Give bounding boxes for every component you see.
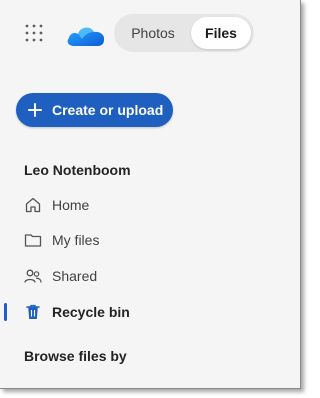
create-button-label: Create or upload [52,102,164,118]
tab-files[interactable]: Files [191,17,251,49]
plus-icon [28,103,42,117]
sidebar-item-recycle-bin[interactable]: Recycle bin [0,295,300,329]
sidebar-item-label: My files [52,232,100,248]
trash-icon [26,304,40,319]
active-indicator [4,303,7,321]
account-name: Leo Notenboom [24,162,131,178]
sidebar-panel: Photos Files Create or upload Leo Notenb… [0,0,301,389]
sidebar-item-label: Shared [52,268,98,284]
folder-icon [24,234,42,247]
browse-files-heading: Browse files by [24,348,127,364]
sidebar-item-home[interactable]: Home [0,188,300,222]
sidebar-item-shared[interactable]: Shared [0,259,300,293]
sidebar-item-label: Recycle bin [52,304,130,320]
tab-photos[interactable]: Photos [118,17,188,49]
sidebar-item-my-files[interactable]: My files [0,223,300,257]
onedrive-logo-icon[interactable] [66,22,106,48]
app-launcher-icon[interactable] [25,24,43,42]
create-or-upload-button[interactable]: Create or upload [16,93,173,127]
sidebar-item-label: Home [52,197,90,213]
top-bar: Photos Files [0,0,300,66]
photos-files-switcher: Photos Files [114,14,254,52]
home-icon [25,197,41,213]
people-icon [24,269,42,283]
